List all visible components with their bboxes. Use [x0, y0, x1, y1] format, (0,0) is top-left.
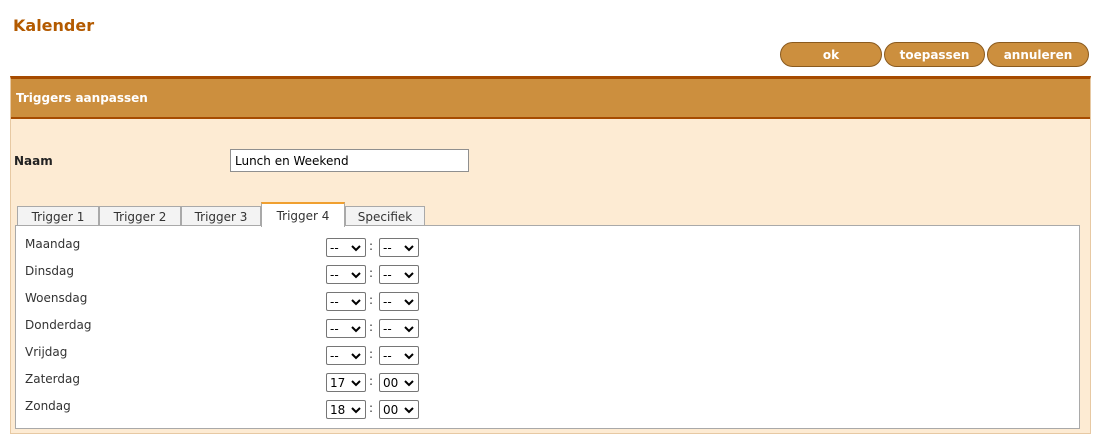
- chevron-down-icon: [351, 353, 361, 360]
- minute-select[interactable]: 00: [379, 373, 419, 392]
- minute-value: 00: [383, 402, 399, 417]
- panel-title: Triggers aanpassen: [16, 91, 148, 105]
- time-separator: :: [369, 293, 374, 307]
- chevron-down-icon: [404, 299, 414, 306]
- minute-select[interactable]: 00: [379, 400, 419, 419]
- time-separator: :: [369, 239, 374, 253]
- minute-select[interactable]: --: [379, 265, 419, 284]
- tab-trigger-1[interactable]: Trigger 1: [17, 206, 99, 226]
- day-label: Woensdag: [25, 291, 88, 305]
- minute-select[interactable]: --: [379, 292, 419, 311]
- hour-select[interactable]: 18: [326, 400, 366, 419]
- chevron-down-icon: [351, 326, 361, 333]
- apply-button[interactable]: toepassen: [884, 42, 985, 67]
- tab-trigger-2[interactable]: Trigger 2: [99, 206, 181, 226]
- hour-value: --: [330, 267, 339, 282]
- day-label: Vrijdag: [25, 345, 68, 359]
- chevron-down-icon: [404, 245, 414, 252]
- day-row-zaterdag: Zaterdag 17 : 00: [16, 371, 1079, 392]
- hour-select[interactable]: --: [326, 319, 366, 338]
- day-label: Maandag: [25, 237, 81, 251]
- hour-select[interactable]: 17: [326, 373, 366, 392]
- minute-select[interactable]: --: [379, 238, 419, 257]
- chevron-down-icon: [351, 380, 361, 387]
- day-row-vrijdag: Vrijdag -- : --: [16, 344, 1079, 365]
- ok-button[interactable]: ok: [780, 42, 882, 67]
- hour-select[interactable]: --: [326, 238, 366, 257]
- hour-value: --: [330, 348, 339, 363]
- tab-content: Maandag -- : -- Dinsdag -- : -- Woensdag…: [15, 225, 1080, 429]
- chevron-down-icon: [404, 380, 414, 387]
- day-row-zondag: Zondag 18 : 00: [16, 398, 1079, 419]
- time-separator: :: [369, 374, 374, 388]
- hour-select[interactable]: --: [326, 346, 366, 365]
- chevron-down-icon: [351, 245, 361, 252]
- hour-value: --: [330, 240, 339, 255]
- tab-trigger-4[interactable]: Trigger 4: [261, 202, 345, 227]
- minute-value: --: [383, 294, 392, 309]
- hour-select[interactable]: --: [326, 265, 366, 284]
- time-separator: :: [369, 320, 374, 334]
- name-input[interactable]: [230, 149, 469, 172]
- minute-value: 00: [383, 375, 399, 390]
- day-label: Zondag: [25, 399, 71, 413]
- cancel-button[interactable]: annuleren: [987, 42, 1089, 67]
- minute-value: --: [383, 267, 392, 282]
- hour-value: 17: [330, 375, 346, 390]
- trigger-panel: Triggers aanpassen Naam Trigger 1 Trigge…: [10, 76, 1091, 434]
- chevron-down-icon: [351, 407, 361, 414]
- day-label: Zaterdag: [25, 372, 80, 386]
- chevron-down-icon: [351, 299, 361, 306]
- day-label: Dinsdag: [25, 264, 75, 278]
- hour-select[interactable]: --: [326, 292, 366, 311]
- time-separator: :: [369, 266, 374, 280]
- minute-value: --: [383, 321, 392, 336]
- day-row-donderdag: Donderdag -- : --: [16, 317, 1079, 338]
- time-separator: :: [369, 347, 374, 361]
- tab-specifiek[interactable]: Specifiek: [345, 206, 425, 226]
- panel-header: Triggers aanpassen: [11, 79, 1090, 119]
- chevron-down-icon: [351, 272, 361, 279]
- day-row-maandag: Maandag -- : --: [16, 236, 1079, 257]
- hour-value: --: [330, 294, 339, 309]
- minute-select[interactable]: --: [379, 319, 419, 338]
- time-separator: :: [369, 401, 374, 415]
- tab-trigger-3[interactable]: Trigger 3: [181, 206, 261, 226]
- chevron-down-icon: [404, 272, 414, 279]
- hour-value: --: [330, 321, 339, 336]
- day-row-woensdag: Woensdag -- : --: [16, 290, 1079, 311]
- day-label: Donderdag: [25, 318, 92, 332]
- day-row-dinsdag: Dinsdag -- : --: [16, 263, 1079, 284]
- chevron-down-icon: [404, 326, 414, 333]
- chevron-down-icon: [404, 407, 414, 414]
- name-label: Naam: [14, 154, 53, 168]
- minute-value: --: [383, 348, 392, 363]
- minute-select[interactable]: --: [379, 346, 419, 365]
- minute-value: --: [383, 240, 392, 255]
- hour-value: 18: [330, 402, 346, 417]
- page-title: Kalender: [13, 16, 95, 35]
- chevron-down-icon: [404, 353, 414, 360]
